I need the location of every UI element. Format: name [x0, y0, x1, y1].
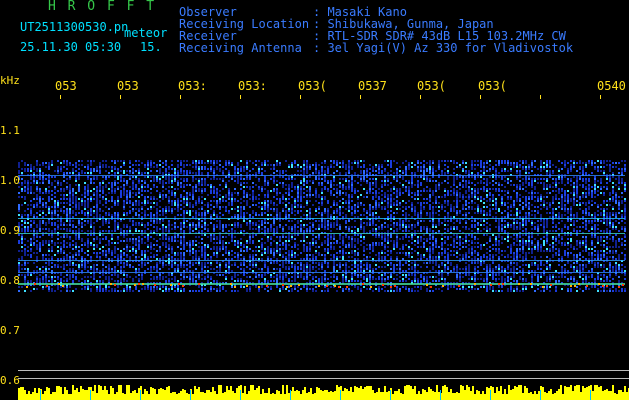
x-tick-3: 053:	[238, 79, 267, 93]
x-tick-5: 0537	[358, 79, 387, 93]
carrier-line	[18, 283, 625, 285]
filename-label: UT2511300530.pn	[20, 20, 129, 34]
y-tick-0-8: 0.8	[0, 274, 20, 287]
antenna-label: Receiving Antenna	[179, 41, 302, 55]
x-axis-tickmark	[600, 95, 601, 99]
x-axis-tickmark	[60, 95, 61, 99]
carrier-line	[18, 233, 625, 234]
carrier-line	[18, 218, 625, 219]
carrier-line	[18, 260, 625, 261]
x-axis-tickmark	[480, 95, 481, 99]
x-tick-0: 053	[55, 79, 77, 93]
y-tick-1-1: 1.1	[0, 124, 20, 137]
x-tick-6: 053(	[417, 79, 446, 93]
x-axis-tickmark	[300, 95, 301, 99]
spectrogram-canvas	[18, 95, 629, 400]
antenna-value: : 3el Yagi(V) Az 330 for Vladivostok	[313, 41, 574, 55]
x-axis-tickmark	[420, 95, 421, 99]
separator-line	[18, 370, 629, 371]
x-axis-tickmark	[360, 95, 361, 99]
x-tick-7: 053(	[478, 79, 507, 93]
x-axis-tickmark	[180, 95, 181, 99]
x-axis-tickmark	[540, 95, 541, 99]
y-tick-0-6: 0.6	[0, 374, 20, 387]
carrier-line	[18, 175, 625, 176]
datetime-label: 25.11.30 05:30	[20, 40, 122, 54]
hrofft-logo: H R O F F T	[48, 0, 157, 14]
meteor-label: meteor	[124, 26, 168, 40]
x-axis-tickmark	[120, 95, 121, 99]
x-tick-4: 053(	[298, 79, 327, 93]
y-tick-0-7: 0.7	[0, 324, 20, 337]
x-tick-1: 053	[117, 79, 139, 93]
meteor-count: 15.	[140, 40, 162, 54]
y-tick-1-0: 1.0	[0, 174, 20, 187]
x-axis-tickmark	[240, 95, 241, 99]
separator-line	[18, 378, 629, 379]
x-tick-2: 053:	[178, 79, 207, 93]
carrier-line	[18, 272, 625, 273]
y-axis-unit: kHz	[0, 74, 20, 87]
x-tick-8: 0540	[597, 79, 626, 93]
y-tick-0-9: 0.9	[0, 224, 20, 237]
